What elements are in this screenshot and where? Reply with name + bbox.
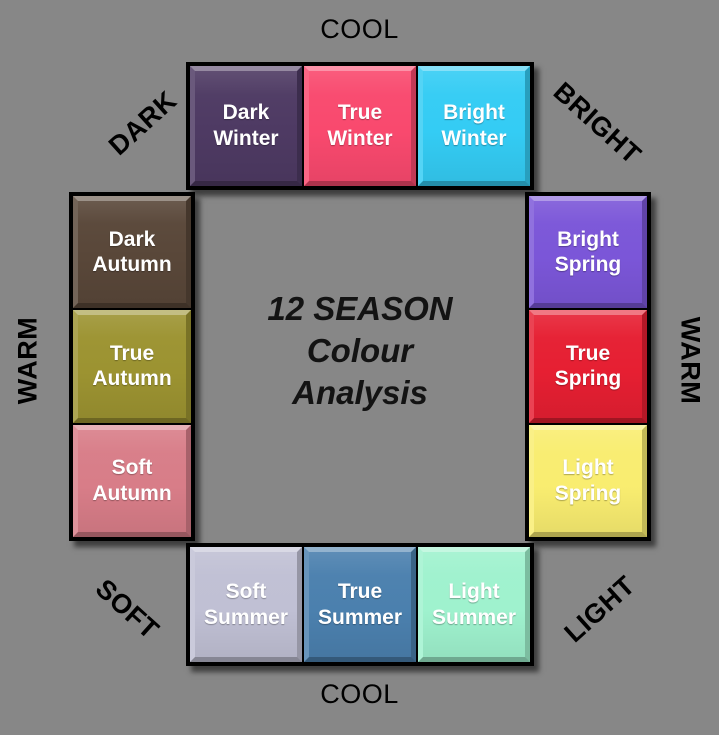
- chart-title-line-2: Colour: [306, 332, 414, 370]
- chart-title-line-1: 12 SEASON: [267, 290, 453, 327]
- season-tile-dark-winter[interactable]: Dark Winter: [190, 66, 302, 186]
- season-tile-dark-autumn[interactable]: Dark Autumn: [73, 196, 191, 309]
- axis-label-dark: DARK: [102, 85, 183, 162]
- season-tile-soft-autumn[interactable]: Soft Autumn: [73, 424, 191, 537]
- season-tile-label: True Spring: [554, 341, 622, 391]
- colour-analysis-chart: COOL COOL WARM WARM DARK BRIGHT SOFT LIG…: [0, 0, 719, 735]
- season-tile-true-spring[interactable]: True Spring: [529, 310, 647, 423]
- season-tile-label: True Summer: [317, 579, 403, 629]
- season-tile-true-winter[interactable]: True Winter: [304, 66, 416, 186]
- chart-title-line-3: Analysis: [292, 374, 428, 412]
- season-group-spring: Bright Spring True Spring Light Spring: [525, 192, 651, 541]
- axis-label-bright: BRIGHT: [547, 76, 647, 170]
- season-tile-label: Bright Winter: [441, 101, 507, 150]
- season-tile-true-autumn[interactable]: True Autumn: [73, 310, 191, 423]
- season-tile-light-spring[interactable]: Light Spring: [529, 424, 647, 537]
- axis-label-light: LIGHT: [558, 570, 641, 649]
- axis-label-cool-bottom: COOL: [320, 679, 399, 709]
- season-tile-label: Light Spring: [554, 456, 622, 505]
- axis-label-warm-left: WARM: [12, 316, 43, 405]
- season-tile-label: True Autumn: [92, 341, 172, 391]
- axis-label-soft: SOFT: [89, 573, 165, 646]
- season-group-winter: Dark Winter True Winter Bright Winter: [186, 62, 534, 190]
- season-tile-true-summer[interactable]: True Summer: [304, 547, 416, 662]
- season-tile-label: Soft Summer: [203, 579, 289, 629]
- season-tile-bright-winter[interactable]: Bright Winter: [418, 66, 530, 186]
- axis-label-warm-right: WARM: [675, 316, 706, 405]
- season-group-autumn: Dark Autumn True Autumn Soft Autumn: [69, 192, 195, 541]
- season-tile-light-summer[interactable]: Light Summer: [418, 547, 530, 662]
- season-tile-label: Light Summer: [431, 579, 517, 629]
- season-group-summer: Soft Summer True Summer Light Summer: [186, 543, 534, 666]
- season-tile-label: Dark Autumn: [92, 227, 172, 277]
- season-tile-bright-spring[interactable]: Bright Spring: [529, 196, 647, 309]
- season-tile-label: True Winter: [327, 101, 393, 150]
- axis-label-cool-top: COOL: [320, 14, 399, 44]
- season-tile-label: Soft Autumn: [92, 456, 172, 505]
- chart-title: 12 SEASON Colour Analysis: [200, 288, 520, 415]
- season-tile-label: Bright Spring: [554, 227, 622, 277]
- season-tile-label: Dark Winter: [213, 101, 279, 150]
- season-tile-soft-summer[interactable]: Soft Summer: [190, 547, 302, 662]
